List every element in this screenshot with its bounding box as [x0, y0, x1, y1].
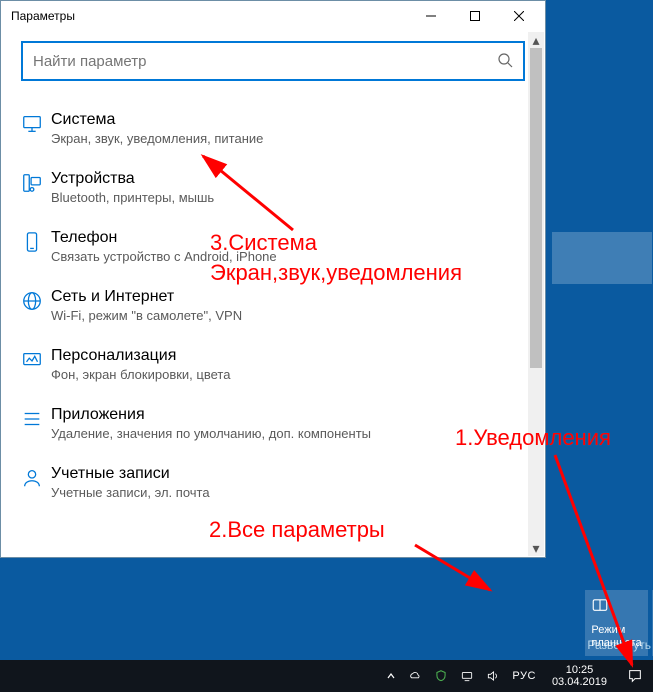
tile-tablet-mode[interactable]: Режим планшета	[585, 590, 647, 656]
action-center: Развернуть Режим планшета Сеть Все парам…	[585, 630, 653, 660]
taskbar: РУС 10:25 03.04.2019	[0, 660, 653, 692]
system-tray: РУС 10:25 03.04.2019	[384, 660, 649, 692]
defender-icon[interactable]	[432, 660, 450, 692]
search-box[interactable]	[21, 41, 525, 81]
category-sub: Экран, звук, уведомления, питание	[51, 131, 525, 146]
accounts-icon	[21, 465, 51, 489]
scrollbar[interactable]: ▴ ▾	[528, 32, 544, 556]
titlebar: Параметры	[1, 1, 545, 31]
settings-content: Система Экран, звук, уведомления, питани…	[1, 31, 545, 557]
quick-action-tiles: Режим планшета Сеть Все параметры Обмен …	[585, 586, 653, 660]
clock[interactable]: 10:25 03.04.2019	[546, 664, 613, 688]
clock-time: 10:25	[552, 664, 607, 676]
hint-block	[552, 232, 652, 284]
category-sub: Wi-Fi, режим "в самолете", VPN	[51, 308, 525, 323]
system-icon	[21, 111, 51, 135]
category-sub: Bluetooth, принтеры, мышь	[51, 190, 525, 205]
onedrive-icon[interactable]	[406, 660, 424, 692]
scroll-track[interactable]	[528, 48, 544, 540]
scroll-thumb[interactable]	[530, 48, 542, 368]
maximize-button[interactable]	[453, 1, 497, 31]
category-sub: Учетные записи, эл. почта	[51, 485, 525, 500]
category-network[interactable]: Сеть и Интернет Wi-Fi, режим "в самолете…	[21, 278, 525, 337]
language-indicator[interactable]: РУС	[510, 660, 538, 692]
devices-icon	[21, 170, 51, 194]
category-devices[interactable]: Устройства Bluetooth, принтеры, мышь	[21, 160, 525, 219]
category-title: Сеть и Интернет	[51, 288, 525, 306]
window-title: Параметры	[11, 9, 409, 23]
category-title: Учетные записи	[51, 465, 525, 483]
category-phone[interactable]: Телефон Связать устройство с Android, iP…	[21, 219, 525, 278]
category-title: Персонализация	[51, 347, 525, 365]
scroll-up-icon[interactable]: ▴	[528, 32, 544, 48]
phone-icon	[21, 229, 51, 253]
category-sub: Удаление, значения по умолчанию, доп. ко…	[51, 426, 525, 441]
category-personalization[interactable]: Персонализация Фон, экран блокировки, цв…	[21, 337, 525, 396]
scroll-down-icon[interactable]: ▾	[528, 540, 544, 556]
apps-icon	[21, 406, 51, 430]
settings-window: Параметры Система Экран, звук, уведомлен…	[0, 0, 546, 558]
category-sub: Фон, экран блокировки, цвета	[51, 367, 525, 382]
category-apps[interactable]: Приложения Удаление, значения по умолчан…	[21, 396, 525, 455]
search-icon	[497, 52, 513, 71]
network-icon	[21, 288, 51, 312]
network-tray-icon[interactable]	[458, 660, 476, 692]
category-title: Устройства	[51, 170, 525, 188]
personalization-icon	[21, 347, 51, 371]
search-input[interactable]	[33, 53, 497, 70]
close-button[interactable]	[497, 1, 541, 31]
category-title: Приложения	[51, 406, 525, 424]
hint-block-2	[200, 504, 455, 556]
minimize-button[interactable]	[409, 1, 453, 31]
tablet-mode-icon	[591, 596, 641, 616]
category-system[interactable]: Система Экран, звук, уведомления, питани…	[21, 101, 525, 160]
clock-date: 03.04.2019	[552, 676, 607, 688]
notifications-button[interactable]	[621, 660, 649, 692]
category-title: Телефон	[51, 229, 525, 247]
category-sub: Связать устройство с Android, iPhone	[51, 249, 525, 264]
category-title: Система	[51, 111, 525, 129]
tray-chevron-icon[interactable]	[384, 660, 398, 692]
tile-label: Режим планшета	[591, 624, 641, 650]
sound-tray-icon[interactable]	[484, 660, 502, 692]
